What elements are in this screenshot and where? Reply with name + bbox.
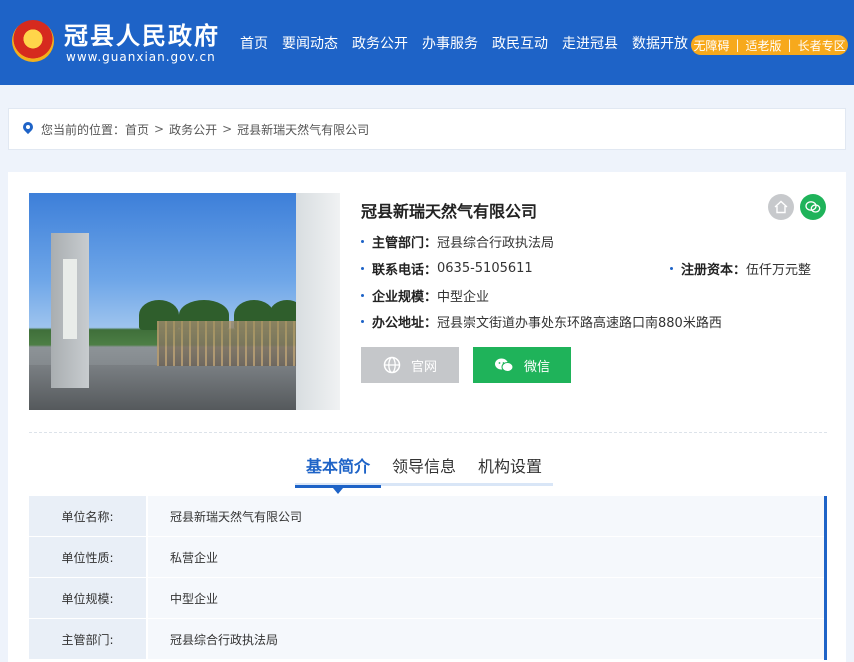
table-value: 私营企业	[148, 537, 824, 577]
nav-interaction[interactable]: 政民互动	[492, 33, 548, 53]
nav-open-data[interactable]: 数据开放	[632, 33, 688, 53]
table-label: 单位名称:	[29, 496, 146, 536]
elderly-mode-link[interactable]: 适老版	[743, 37, 785, 54]
capital-label: 注册资本：	[681, 263, 747, 278]
wechat-button-label: 微信	[523, 359, 550, 375]
bullet	[361, 320, 364, 323]
site-title[interactable]: 冠县人民政府	[64, 16, 220, 51]
breadcrumb: 您当前的位置： 首页 > 政务公开 > 冠县新瑞天然气有限公司	[8, 108, 846, 150]
table-row: 单位性质: 私营企业	[29, 537, 824, 578]
info-table: 单位名称: 冠县新瑞天然气有限公司 单位性质: 私营企业 单位规模: 中型企业 …	[29, 496, 827, 660]
table-value: 冠县综合行政执法局	[148, 619, 824, 659]
table-label: 单位规模:	[29, 578, 146, 618]
address-row: 办公地址： 冠县崇文街道办事处东环路高速路口南880米路西	[361, 312, 722, 331]
table-row: 主管部门: 冠县综合行政执法局	[29, 619, 824, 660]
nav-home[interactable]: 首页	[240, 33, 268, 53]
table-value: 中型企业	[148, 578, 824, 618]
emblem-icon[interactable]: ★	[12, 20, 54, 62]
breadcrumb-prefix: 您当前的位置：	[41, 122, 126, 137]
breadcrumb-separator: >	[222, 122, 233, 136]
supervisor-label: 主管部门：	[372, 236, 438, 251]
supervisor-value: 冠县综合行政执法局	[437, 236, 555, 251]
scale-row: 企业规模： 中型企业	[361, 286, 489, 305]
accessibility-link[interactable]: 无障碍	[690, 37, 732, 54]
table-label: 主管部门:	[29, 619, 146, 659]
website-button[interactable]: 官网	[361, 347, 459, 383]
wechat-icon	[494, 358, 514, 372]
nav-services[interactable]: 办事服务	[422, 33, 478, 53]
address-label: 办公地址：	[372, 316, 438, 331]
org-detail-card: 冠县新瑞天然气有限公司 主管部门： 冠县综合行政执法局 联系电话： 0635-5…	[8, 172, 846, 662]
divider	[29, 432, 827, 433]
globe-icon	[383, 356, 401, 374]
org-name: 冠县新瑞天然气有限公司	[361, 202, 538, 221]
tab-label: 基本简介	[306, 457, 371, 476]
bullet	[361, 240, 364, 243]
table-label: 单位性质:	[29, 537, 146, 577]
breadcrumb-separator: >	[154, 122, 165, 136]
scale-value: 中型企业	[437, 290, 490, 305]
accessibility-bar: 无障碍 | 适老版 | 长者专区	[691, 35, 848, 55]
separator: |	[787, 38, 792, 52]
breadcrumb-home[interactable]: 首页	[125, 121, 149, 138]
bullet	[361, 267, 364, 270]
nav-news[interactable]: 要闻动态	[282, 33, 338, 53]
bullet	[361, 294, 364, 297]
separator: |	[735, 38, 740, 52]
breadcrumb-gov-affairs[interactable]: 政务公开	[169, 121, 217, 138]
phone-value: 0635-5105611	[437, 261, 533, 276]
table-row: 单位规模: 中型企业	[29, 578, 824, 619]
org-photo	[29, 193, 340, 410]
nav-about-county[interactable]: 走进冠县	[562, 33, 618, 53]
wechat-icon[interactable]	[800, 194, 826, 220]
website-button-label: 官网	[410, 359, 437, 375]
tab-leadership[interactable]: 领导信息	[381, 454, 467, 485]
bullet	[670, 267, 673, 270]
phone-label: 联系电话：	[372, 263, 438, 278]
capital-value: 伍仟万元整	[746, 263, 812, 278]
nav-gov-affairs[interactable]: 政务公开	[352, 33, 408, 53]
site-url: www.guanxian.gov.cn	[66, 50, 216, 64]
tab-organization[interactable]: 机构设置	[467, 454, 553, 485]
tab-bar: 基本简介 领导信息 机构设置	[295, 454, 554, 494]
tab-basic-intro[interactable]: 基本简介	[295, 454, 382, 494]
wechat-button[interactable]: 微信	[473, 347, 571, 383]
table-value: 冠县新瑞天然气有限公司	[148, 496, 824, 536]
supervisor-row: 主管部门： 冠县综合行政执法局	[361, 232, 554, 251]
main-nav: 首页 要闻动态 政务公开 办事服务 政民互动 走进冠县 数据开放 繁	[240, 33, 730, 53]
address-value: 冠县崇文街道办事处东环路高速路口南880米路西	[437, 316, 722, 331]
scale-label: 企业规模：	[372, 290, 438, 305]
phone-row: 联系电话： 0635-5105611	[361, 259, 533, 278]
location-pin-icon	[23, 122, 33, 136]
site-header: ★ 冠县人民政府 www.guanxian.gov.cn 首页 要闻动态 政务公…	[0, 0, 854, 85]
table-row: 单位名称: 冠县新瑞天然气有限公司	[29, 496, 824, 537]
breadcrumb-current: 冠县新瑞天然气有限公司	[237, 122, 370, 137]
senior-zone-link[interactable]: 长者专区	[795, 37, 849, 54]
capital-row: 注册资本： 伍仟万元整	[670, 259, 811, 278]
home-icon[interactable]	[768, 194, 794, 220]
